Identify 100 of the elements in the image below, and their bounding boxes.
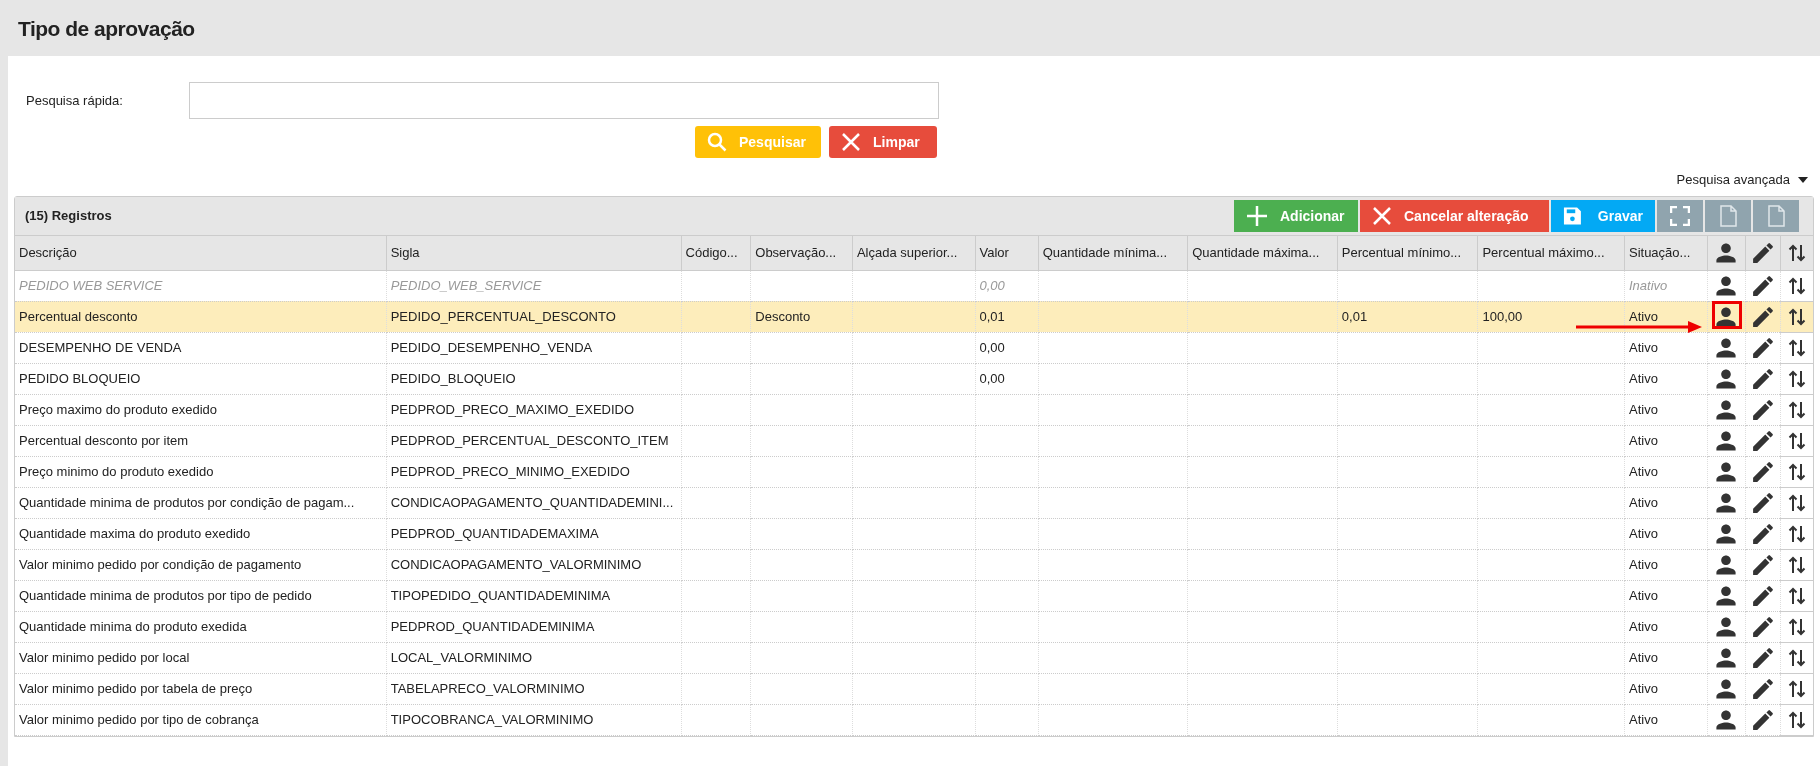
sort-arrows-icon[interactable] bbox=[1787, 461, 1806, 482]
sort-arrows-icon[interactable] bbox=[1787, 275, 1806, 296]
sort-arrows-icon[interactable] bbox=[1787, 616, 1806, 637]
person-icon[interactable] bbox=[1714, 676, 1739, 701]
person-icon[interactable] bbox=[1714, 552, 1739, 577]
table-cell: Quantidade maxima do produto exedido bbox=[19, 525, 251, 541]
table-cell: Quantidade minima do produto exedida bbox=[19, 618, 247, 634]
table-cell: PEDIDO_DESEMPENHO_VENDA bbox=[390, 339, 593, 355]
person-icon[interactable] bbox=[1714, 521, 1739, 546]
pencil-icon[interactable] bbox=[1752, 646, 1774, 669]
column-header[interactable]: Código... bbox=[681, 236, 751, 270]
column-header[interactable]: Sigla bbox=[386, 236, 682, 270]
pencil-icon[interactable] bbox=[1752, 305, 1774, 328]
pencil-icon[interactable] bbox=[1752, 460, 1774, 483]
column-header[interactable]: Quantidade máxima... bbox=[1187, 236, 1338, 270]
pencil-icon[interactable] bbox=[1752, 336, 1774, 359]
pencil-icon[interactable] bbox=[1752, 677, 1774, 700]
table-cell: Quantidade minima de produtos por condição de pagam... bbox=[19, 494, 355, 510]
pencil-icon[interactable] bbox=[1752, 708, 1774, 731]
table-row[interactable]: Percentual desconto por item PEDPROD_PERCENTUAL_DESCONTO_ITEM Ativo bbox=[15, 425, 1813, 456]
sort-arrows-icon[interactable] bbox=[1787, 647, 1806, 668]
sort-arrows-icon[interactable] bbox=[1787, 242, 1806, 263]
sort-arrows-icon[interactable] bbox=[1787, 678, 1806, 699]
person-icon[interactable] bbox=[1714, 335, 1739, 360]
table-row[interactable]: Valor minimo pedido por local LOCAL_VALORMINIMO Ativo bbox=[15, 642, 1813, 673]
table-row[interactable]: DESEMPENHO DE VENDA PEDIDO_DESEMPENHO_VENDA 0,00 Ativo bbox=[15, 332, 1813, 363]
pencil-icon[interactable] bbox=[1752, 398, 1774, 421]
column-header[interactable]: Descrição bbox=[15, 236, 387, 270]
sort-arrows-icon[interactable] bbox=[1787, 368, 1806, 389]
table-cell: Preço minimo do produto exedido bbox=[19, 463, 214, 479]
table-row[interactable]: Quantidade minima de produtos por condição de pagam... CONDICAOPAGAMENTO_QUANTIDADEMINI... Ativo bbox=[15, 487, 1813, 518]
table-cell: LOCAL_VALORMINIMO bbox=[390, 649, 532, 665]
table-row[interactable]: Valor minimo pedido por tabela de preço TABELAPRECO_VALORMINIMO Ativo bbox=[15, 673, 1813, 704]
quick-search-field[interactable] bbox=[189, 82, 939, 119]
person-icon[interactable] bbox=[1714, 273, 1739, 298]
table-cell: PEDIDO_BLOQUEIO bbox=[390, 370, 516, 386]
cancel-button[interactable]: Cancelar alteração bbox=[1360, 200, 1549, 232]
table-cell: Ativo bbox=[1628, 649, 1658, 665]
table-row[interactable]: PEDIDO BLOQUEIO PEDIDO_BLOQUEIO 0,00 Ativo bbox=[15, 363, 1813, 394]
pencil-icon[interactable] bbox=[1752, 615, 1774, 638]
plus-icon bbox=[1246, 205, 1268, 227]
pencil-icon[interactable] bbox=[1752, 241, 1774, 264]
person-icon[interactable] bbox=[1714, 397, 1739, 422]
pencil-icon[interactable] bbox=[1752, 553, 1774, 576]
person-icon[interactable] bbox=[1714, 614, 1739, 639]
person-icon[interactable] bbox=[1714, 240, 1739, 265]
fullscreen-icon bbox=[1670, 206, 1690, 226]
sort-arrows-icon[interactable] bbox=[1787, 337, 1806, 358]
column-header[interactable]: Observação... bbox=[750, 236, 853, 270]
clear-button[interactable]: Limpar bbox=[829, 126, 937, 158]
advanced-search-toggle[interactable]: Pesquisa avançada bbox=[1676, 170, 1808, 190]
table-row[interactable]: Quantidade minima de produtos por tipo de pedido TIPOPEDIDO_QUANTIDADEMINIMA Ativo bbox=[15, 580, 1813, 611]
pencil-icon[interactable] bbox=[1752, 584, 1774, 607]
table-cell: CONDICAOPAGAMENTO_VALORMINIMO bbox=[390, 556, 642, 572]
table-cell: Ativo bbox=[1628, 463, 1658, 479]
table-row[interactable]: Valor minimo pedido por condição de pagamento CONDICAOPAGAMENTO_VALORMINIMO Ativo bbox=[15, 549, 1813, 580]
person-icon[interactable] bbox=[1714, 645, 1739, 670]
column-header[interactable]: Situação... bbox=[1624, 236, 1708, 270]
pencil-icon[interactable] bbox=[1752, 367, 1774, 390]
table-row[interactable]: Preço minimo do produto exedido PEDPROD_PRECO_MINIMO_EXEDIDO Ativo bbox=[15, 456, 1813, 487]
sort-arrows-icon[interactable] bbox=[1787, 492, 1806, 513]
table-cell: Desconto bbox=[755, 308, 811, 324]
table-row[interactable]: Percentual desconto PEDIDO_PERCENTUAL_DESCONTO Desconto 0,01 0,01 100,00 Ativo bbox=[15, 301, 1813, 332]
sort-arrows-icon[interactable] bbox=[1787, 554, 1806, 575]
file-icon bbox=[1766, 205, 1786, 227]
column-header[interactable]: Alçada superior... bbox=[852, 236, 975, 270]
table-row[interactable]: Quantidade maxima do produto exedido PEDPROD_QUANTIDADEMAXIMA Ativo bbox=[15, 518, 1813, 549]
pencil-icon[interactable] bbox=[1752, 274, 1774, 297]
sort-arrows-icon[interactable] bbox=[1787, 523, 1806, 544]
close-icon bbox=[841, 132, 861, 152]
fullscreen-button[interactable] bbox=[1657, 200, 1703, 232]
column-header[interactable]: Valor bbox=[975, 236, 1039, 270]
table-cell: Ativo bbox=[1628, 711, 1658, 727]
table-row[interactable]: Quantidade minima do produto exedida PEDPROD_QUANTIDADEMINIMA Ativo bbox=[15, 611, 1813, 642]
table-cell: 0,00 bbox=[979, 339, 1005, 355]
table-row[interactable]: Valor minimo pedido por tipo de cobrança TIPOCOBRANCA_VALORMINIMO Ativo bbox=[15, 704, 1813, 735]
sort-arrows-icon[interactable] bbox=[1787, 430, 1806, 451]
sort-arrows-icon[interactable] bbox=[1787, 585, 1806, 606]
table-cell: Quantidade minima de produtos por tipo de pedido bbox=[19, 587, 312, 603]
table-cell: PEDPROD_QUANTIDADEMAXIMA bbox=[390, 525, 599, 541]
column-header[interactable]: Quantidade mínima... bbox=[1038, 236, 1188, 270]
column-header[interactable]: Percentual mínimo... bbox=[1337, 236, 1478, 270]
person-icon[interactable] bbox=[1714, 366, 1739, 391]
person-icon[interactable] bbox=[1714, 459, 1739, 484]
table-row[interactable]: Preço maximo do produto exedido PEDPROD_PRECO_MAXIMO_EXEDIDO Ativo bbox=[15, 394, 1813, 425]
sort-arrows-icon[interactable] bbox=[1787, 306, 1806, 327]
person-icon[interactable] bbox=[1714, 428, 1739, 453]
person-icon[interactable] bbox=[1714, 707, 1739, 732]
sort-arrows-icon[interactable] bbox=[1787, 399, 1806, 420]
table-cell: Percentual desconto por item bbox=[19, 432, 189, 448]
sort-arrows-icon[interactable] bbox=[1787, 709, 1806, 730]
person-icon[interactable] bbox=[1714, 490, 1739, 515]
table-cell: Valor minimo pedido por tabela de preço bbox=[19, 680, 253, 696]
table-cell: Inativo bbox=[1628, 277, 1668, 293]
pencil-icon[interactable] bbox=[1752, 491, 1774, 514]
caret-icon bbox=[1798, 177, 1808, 183]
pencil-icon[interactable] bbox=[1752, 522, 1774, 545]
pencil-icon[interactable] bbox=[1752, 429, 1774, 452]
person-icon[interactable] bbox=[1714, 583, 1739, 608]
column-header[interactable]: Percentual máximo... bbox=[1477, 236, 1625, 270]
